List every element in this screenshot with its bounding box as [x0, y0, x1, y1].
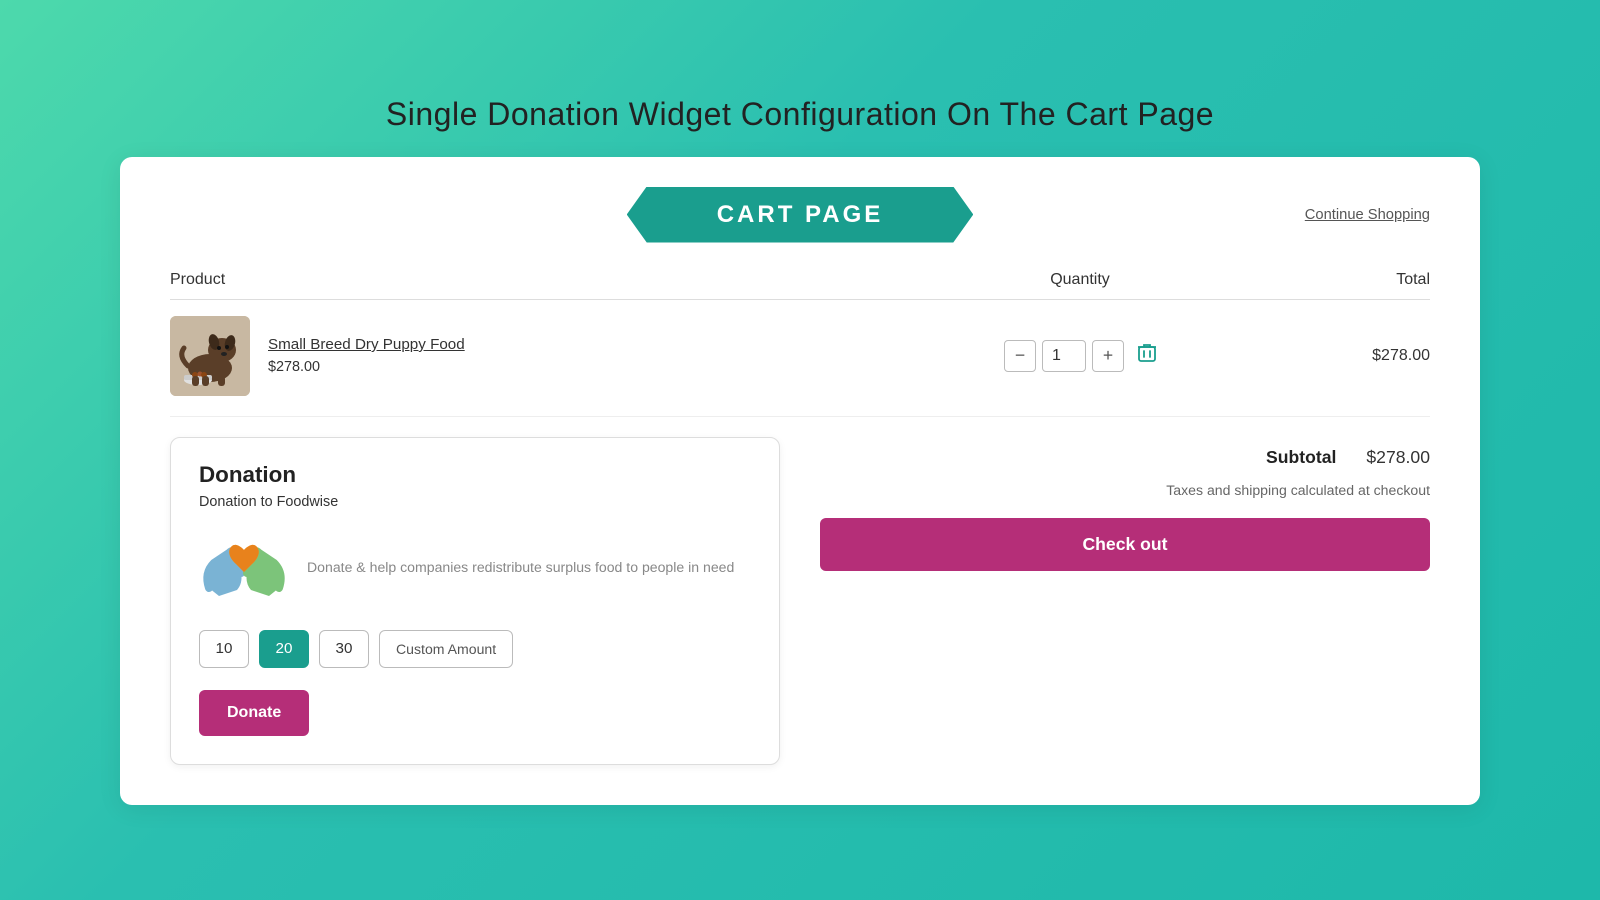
donation-subtitle: Donation to Foodwise: [199, 494, 751, 510]
donation-widget: Donation Donation to Foodwise Donate & h…: [170, 437, 780, 765]
col-product-header: Product: [170, 271, 930, 289]
amount-btn-10[interactable]: 10: [199, 630, 249, 668]
product-details: Small Breed Dry Puppy Food $278.00: [268, 336, 465, 375]
custom-amount-button[interactable]: Custom Amount: [379, 630, 513, 668]
subtotal-row: Subtotal $278.00: [820, 447, 1430, 468]
page-title: Single Donation Widget Configuration On …: [386, 96, 1214, 133]
table-header: Product Quantity Total: [170, 271, 1430, 300]
amount-btn-20[interactable]: 20: [259, 630, 309, 668]
product-image: [170, 316, 250, 396]
qty-increase-button[interactable]: +: [1092, 340, 1124, 372]
continue-shopping-button[interactable]: Continue Shopping: [1305, 207, 1430, 223]
donation-desc: Donate & help companies redistribute sur…: [307, 557, 734, 578]
bottom-section: Donation Donation to Foodwise Donate & h…: [170, 437, 1430, 765]
product-total: $278.00: [1230, 347, 1430, 365]
delete-button[interactable]: [1138, 343, 1156, 369]
header-row: CART PAGE Continue Shopping: [170, 187, 1430, 243]
donate-button[interactable]: Donate: [199, 690, 309, 736]
subtotal-value: $278.00: [1366, 447, 1430, 468]
qty-controls: − +: [930, 340, 1230, 372]
col-total-header: Total: [1230, 271, 1430, 289]
main-card: CART PAGE Continue Shopping Product Quan…: [120, 157, 1480, 805]
cart-banner: CART PAGE: [627, 187, 974, 243]
donation-title: Donation: [199, 462, 751, 488]
product-info: Small Breed Dry Puppy Food $278.00: [170, 316, 930, 396]
donation-info: Donate & help companies redistribute sur…: [199, 528, 751, 608]
col-qty-header: Quantity: [930, 271, 1230, 289]
checkout-button[interactable]: Check out: [820, 518, 1430, 571]
tax-note: Taxes and shipping calculated at checkou…: [820, 482, 1430, 498]
product-price: $278.00: [268, 359, 465, 375]
product-row: Small Breed Dry Puppy Food $278.00 − + $…: [170, 316, 1430, 417]
product-name[interactable]: Small Breed Dry Puppy Food: [268, 336, 465, 353]
order-summary: Subtotal $278.00 Taxes and shipping calc…: [820, 437, 1430, 571]
donation-icon: [199, 528, 289, 608]
amount-buttons: 10 20 30 Custom Amount: [199, 630, 751, 668]
qty-input[interactable]: [1042, 340, 1086, 372]
amount-btn-30[interactable]: 30: [319, 630, 369, 668]
qty-decrease-button[interactable]: −: [1004, 340, 1036, 372]
subtotal-label: Subtotal: [1266, 447, 1336, 468]
